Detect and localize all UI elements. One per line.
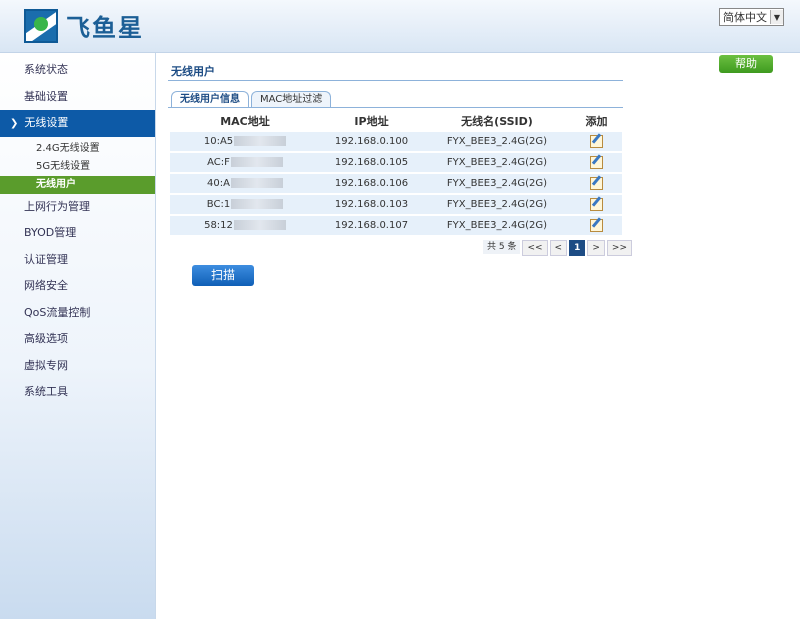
ip-cell: 192.168.0.105 <box>334 157 409 168</box>
sidebar-item-label: 上网行为管理 <box>24 199 90 213</box>
sidebar-item-label: 高级选项 <box>24 332 68 345</box>
mac-value: AC:F <box>207 157 230 168</box>
sidebar-item-advanced[interactable]: 高级选项 <box>0 326 155 353</box>
sidebar-subitem-label: 5G无线设置 <box>36 160 91 172</box>
ip-cell: 192.168.0.103 <box>334 199 409 210</box>
edit-icon[interactable] <box>590 134 603 148</box>
header: 飞鱼星 简体中文 ▼ <box>0 0 800 53</box>
pagination-total: 共 5 条 <box>483 240 521 254</box>
mac-cell: 10:A5 <box>170 132 320 151</box>
sidebar-item-label: QoS流量控制 <box>24 305 91 319</box>
ssid-cell: FYX_BEE3_2.4G(2G) <box>446 220 548 231</box>
sidebar-item-behavior-management[interactable]: 上网行为管理 <box>0 194 155 221</box>
sidebar-subitem-label: 2.4G无线设置 <box>36 142 100 154</box>
mac-value: 58:12 <box>204 220 233 231</box>
sidebar-item-label: 无线设置 <box>24 116 69 129</box>
mac-cell: AC:F <box>170 153 320 172</box>
sidebar-item-label: BYOD管理 <box>24 226 77 239</box>
sidebar-subitem-5g-wireless[interactable]: 5G无线设置 <box>0 158 155 176</box>
dropdown-arrow-icon[interactable]: ▼ <box>770 10 783 24</box>
sidebar-item-basic-settings[interactable]: 基础设置 <box>0 84 155 111</box>
brand-logo: 飞鱼星 <box>24 8 144 43</box>
table-row: 58:12 192.168.0.107 FYX_BEE3_2.4G(2G) <box>170 216 622 237</box>
help-button[interactable]: 帮助 <box>719 55 773 73</box>
first-page-button[interactable]: << <box>522 240 548 256</box>
mac-cell: BC:1 <box>170 195 320 214</box>
add-cell <box>571 153 622 172</box>
logo-icon <box>24 8 58 43</box>
scan-button[interactable]: 扫描 <box>192 265 254 286</box>
sidebar-item-byod[interactable]: BYOD管理 <box>0 220 155 247</box>
sidebar-item-system-tools[interactable]: 系统工具 <box>0 379 155 406</box>
sidebar-item-label: 认证管理 <box>24 252 68 266</box>
ip-cell: 192.168.0.100 <box>334 136 409 147</box>
sidebar-item-label: 系统状态 <box>24 63 68 76</box>
add-cell <box>571 174 622 193</box>
ssid-cell: FYX_BEE3_2.4G(2G) <box>446 199 548 210</box>
ip-cell: 192.168.0.107 <box>334 220 409 231</box>
table-row: AC:F 192.168.0.105 FYX_BEE3_2.4G(2G) <box>170 153 622 174</box>
table-row: BC:1 192.168.0.103 FYX_BEE3_2.4G(2G) <box>170 195 622 216</box>
sidebar-item-system-status[interactable]: 系统状态 <box>0 57 155 84</box>
mac-redaction <box>234 136 287 146</box>
add-cell <box>571 132 622 151</box>
last-page-button[interactable]: >> <box>606 240 632 256</box>
mac-value: BC:1 <box>206 199 231 210</box>
edit-icon[interactable] <box>590 197 603 211</box>
add-cell <box>571 216 622 235</box>
sidebar-item-vpn[interactable]: 虚拟专网 <box>0 353 155 380</box>
ssid-cell: FYX_BEE3_2.4G(2G) <box>446 157 548 168</box>
tab-wireless-user-info[interactable]: 无线用户信息 <box>171 91 249 108</box>
table-row: 10:A5 192.168.0.100 FYX_BEE3_2.4G(2G) <box>170 132 622 153</box>
sidebar-item-label: 虚拟专网 <box>24 358 68 372</box>
tab-bar: 无线用户信息 MAC地址过滤 <box>171 91 333 108</box>
sidebar-subitem-label: 无线用户 <box>36 178 76 190</box>
language-select[interactable]: 简体中文 ▼ <box>719 8 784 26</box>
ip-cell: 192.168.0.106 <box>334 178 409 189</box>
column-header-ip: IP地址 <box>354 115 389 128</box>
prev-page-button[interactable]: < <box>549 240 568 256</box>
mac-redaction <box>230 157 283 167</box>
table-row: 40:A 192.168.0.106 FYX_BEE3_2.4G(2G) <box>170 174 622 195</box>
sidebar-item-label: 网络安全 <box>24 279 68 292</box>
title-divider <box>168 80 623 81</box>
edit-icon[interactable] <box>590 218 603 232</box>
column-header-add: 添加 <box>585 115 608 128</box>
sidebar-subitem-wireless-users[interactable]: 无线用户 <box>0 175 155 194</box>
sidebar-item-qos[interactable]: QoS流量控制 <box>0 300 155 327</box>
language-value: 简体中文 <box>723 11 767 24</box>
add-cell <box>571 195 622 214</box>
edit-icon[interactable] <box>590 176 603 190</box>
pagination: 共 5 条 << < 1 > >> <box>483 240 634 256</box>
sidebar-item-label: 系统工具 <box>24 385 68 398</box>
mac-value: 40:A <box>207 178 230 189</box>
sidebar: 系统状态 基础设置 ❯ 无线设置 2.4G无线设置 5G无线设置 无线用户 上网行… <box>0 53 156 619</box>
sidebar-item-wireless-settings[interactable]: ❯ 无线设置 <box>0 110 155 137</box>
column-header-ssid: 无线名(SSID) <box>461 115 533 128</box>
mac-cell: 58:12 <box>170 216 320 235</box>
mac-cell: 40:A <box>170 174 320 193</box>
sidebar-subitem-2g-wireless[interactable]: 2.4G无线设置 <box>0 140 155 158</box>
mac-redaction <box>231 199 284 209</box>
sidebar-item-auth[interactable]: 认证管理 <box>0 247 155 274</box>
chevron-down-icon: ❯ <box>10 118 19 129</box>
column-header-mac: MAC地址 <box>220 115 270 128</box>
ssid-cell: FYX_BEE3_2.4G(2G) <box>446 178 548 189</box>
tab-mac-filter[interactable]: MAC地址过滤 <box>251 91 332 108</box>
page-title: 无线用户 <box>171 65 215 78</box>
brand-name: 飞鱼星 <box>66 14 144 42</box>
users-table: MAC地址 IP地址 无线名(SSID) 添加 10:A5 192.168.0.… <box>170 112 622 237</box>
mac-redaction <box>230 178 283 188</box>
table-header: MAC地址 IP地址 无线名(SSID) 添加 <box>170 112 622 132</box>
edit-icon[interactable] <box>590 155 603 169</box>
ssid-cell: FYX_BEE3_2.4G(2G) <box>446 136 548 147</box>
mac-redaction <box>233 220 286 230</box>
next-page-button[interactable]: > <box>587 240 605 256</box>
sidebar-item-label: 基础设置 <box>24 89 68 103</box>
current-page[interactable]: 1 <box>569 240 586 256</box>
sidebar-item-security[interactable]: 网络安全 <box>0 273 155 300</box>
mac-value: 10:A5 <box>203 136 234 147</box>
tabs-divider <box>168 107 623 108</box>
